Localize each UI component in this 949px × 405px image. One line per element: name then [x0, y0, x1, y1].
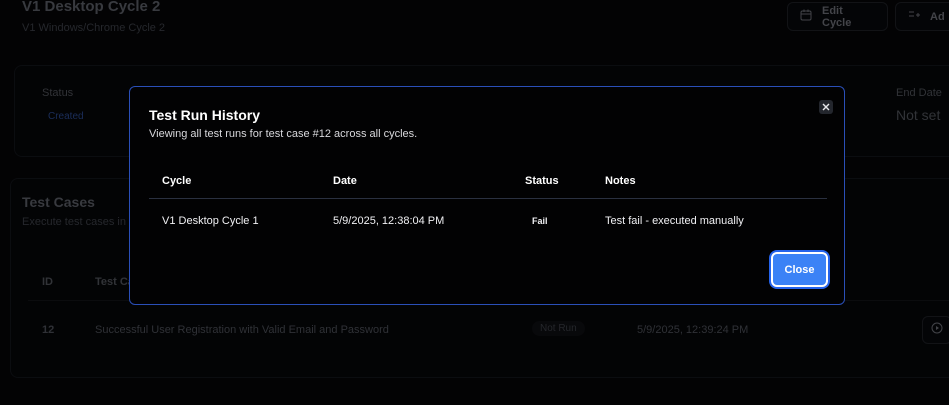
table-header-divider [149, 198, 827, 199]
dialog-title: Test Run History [149, 107, 260, 123]
column-header-cycle: Cycle [162, 175, 192, 187]
column-header-notes: Notes [605, 175, 636, 187]
row-date: 5/9/2025, 12:38:04 PM [333, 215, 445, 227]
close-button[interactable]: Close [771, 252, 828, 287]
row-notes: Test fail - executed manually [605, 215, 744, 227]
row-cycle: V1 Desktop Cycle 1 [162, 215, 259, 227]
close-icon[interactable] [819, 100, 833, 114]
column-header-status: Status [525, 175, 559, 187]
dialog-description: Viewing all test runs for test case #12 … [149, 128, 418, 140]
column-header-date: Date [333, 175, 357, 187]
test-run-history-dialog: Test Run History Viewing all test runs f… [129, 86, 845, 305]
row-status-badge: Fail [532, 216, 548, 226]
